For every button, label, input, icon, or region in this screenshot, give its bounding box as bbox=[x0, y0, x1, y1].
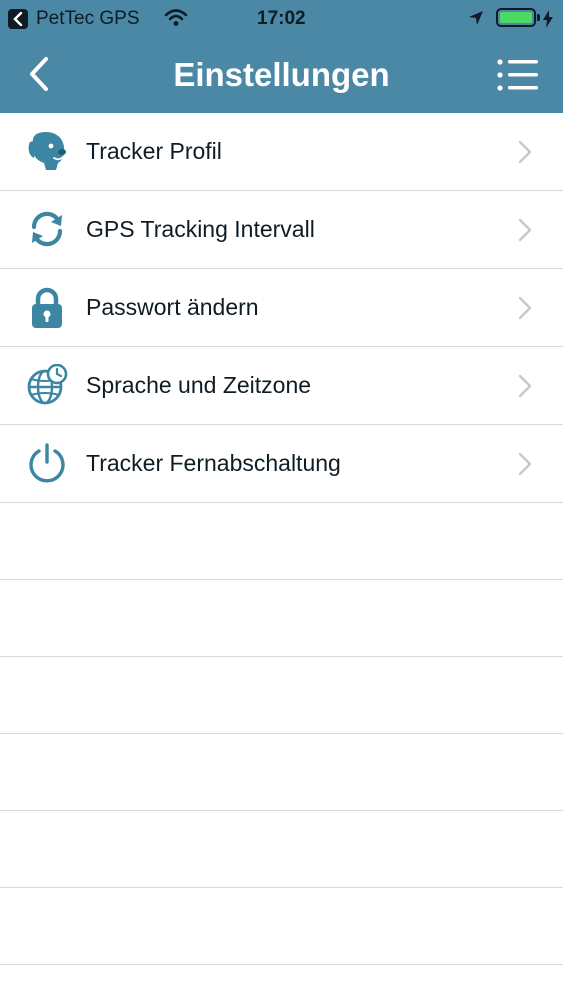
settings-item-language-timezone[interactable]: Sprache und Zeitzone bbox=[0, 347, 563, 425]
power-icon bbox=[29, 443, 65, 483]
chevron-right-icon bbox=[518, 218, 532, 242]
globe-clock-icon bbox=[27, 364, 68, 405]
empty-row bbox=[0, 811, 563, 888]
settings-item-label: Tracker Fernabschaltung bbox=[86, 450, 341, 476]
empty-row bbox=[0, 888, 563, 965]
charging-bolt-icon bbox=[543, 10, 553, 28]
battery-icon bbox=[496, 8, 536, 27]
status-bar: PetTec GPS 17:02 bbox=[0, 0, 563, 38]
settings-item-tracker-profile[interactable]: Tracker Profil bbox=[0, 113, 563, 191]
settings-list: Tracker Profil GPS Tracking Intervall Pa… bbox=[0, 113, 563, 965]
battery-tip bbox=[537, 14, 540, 21]
status-time: 17:02 bbox=[257, 8, 306, 29]
list-menu-icon[interactable] bbox=[496, 58, 540, 92]
settings-item-label: Passwort ändern bbox=[86, 294, 259, 320]
settings-item-change-password[interactable]: Passwort ändern bbox=[0, 269, 563, 347]
settings-item-label: GPS Tracking Intervall bbox=[86, 216, 315, 242]
page-title: Einstellungen bbox=[173, 56, 390, 93]
empty-row bbox=[0, 503, 563, 580]
refresh-icon bbox=[31, 211, 63, 247]
settings-item-label: Sprache und Zeitzone bbox=[86, 372, 312, 398]
wifi-icon bbox=[164, 9, 188, 26]
top-bar: PetTec GPS 17:02 Einstellungen bbox=[0, 0, 563, 113]
chevron-right-icon bbox=[518, 140, 532, 164]
dog-profile-icon bbox=[28, 132, 66, 170]
battery-fill bbox=[500, 12, 532, 23]
carrier-label: PetTec GPS bbox=[36, 8, 140, 29]
settings-item-gps-interval[interactable]: GPS Tracking Intervall bbox=[0, 191, 563, 269]
empty-row bbox=[0, 580, 563, 657]
back-to-app-icon[interactable] bbox=[8, 9, 28, 29]
chevron-right-icon bbox=[518, 452, 532, 476]
chevron-right-icon bbox=[518, 296, 532, 320]
empty-row bbox=[0, 657, 563, 734]
settings-item-remote-shutdown[interactable]: Tracker Fernabschaltung bbox=[0, 425, 563, 503]
empty-row bbox=[0, 734, 563, 811]
lock-icon bbox=[32, 287, 62, 328]
location-arrow-icon bbox=[469, 11, 483, 25]
settings-item-label: Tracker Profil bbox=[86, 138, 222, 164]
chevron-right-icon bbox=[518, 374, 532, 398]
